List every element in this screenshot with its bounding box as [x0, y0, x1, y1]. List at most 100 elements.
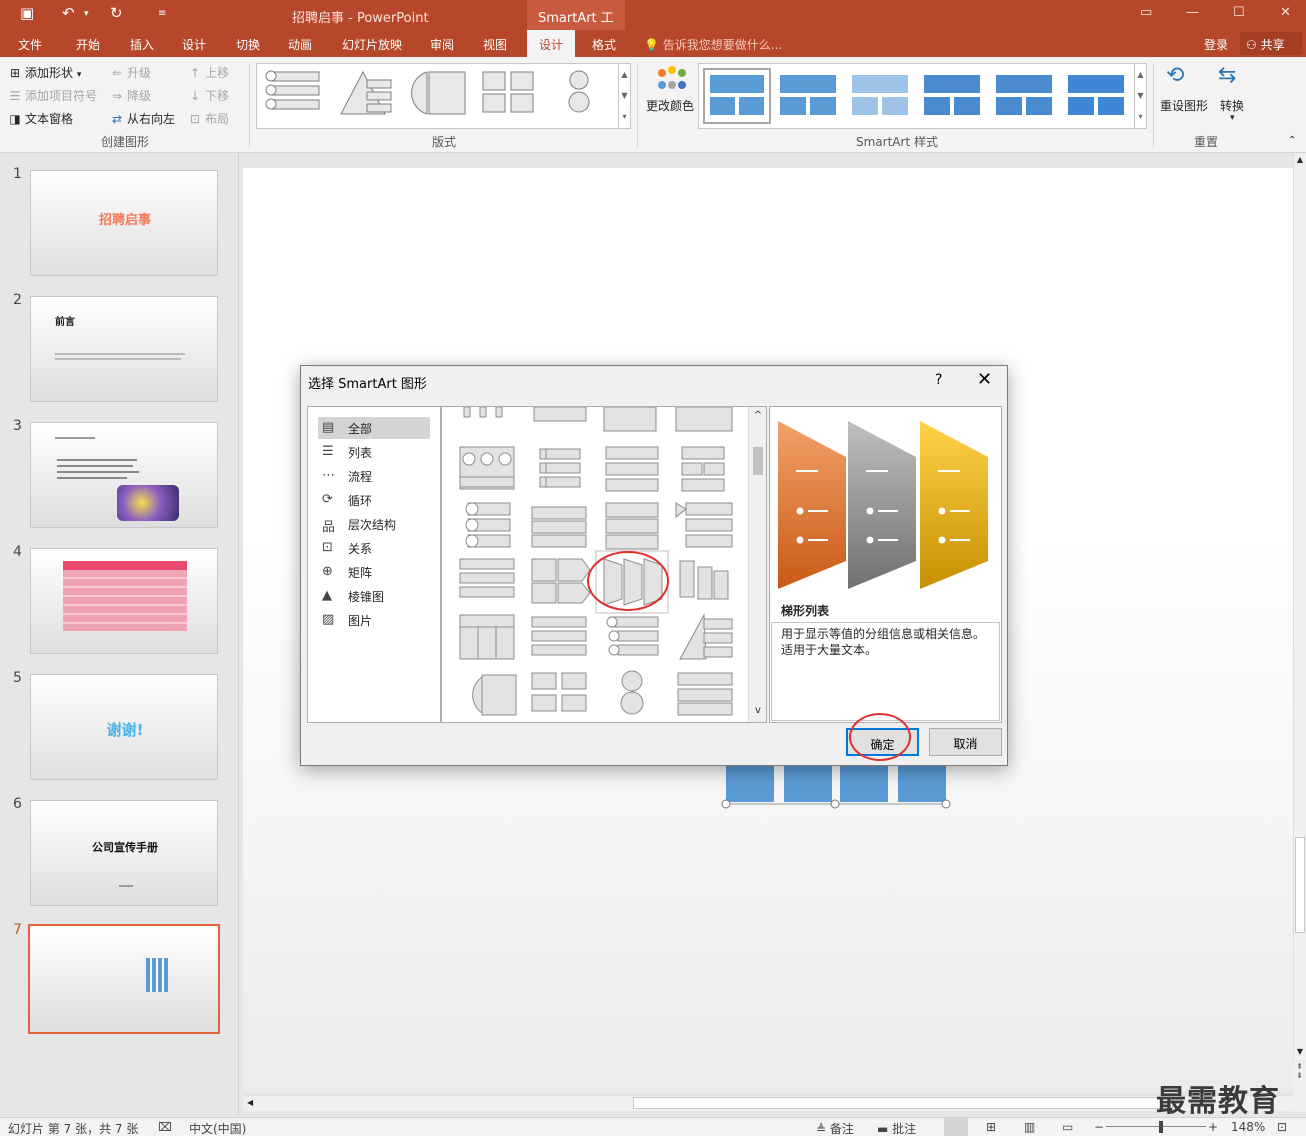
demote-button[interactable]: ⇒ 降级: [110, 87, 151, 104]
layout-scroll-thumb[interactable]: [753, 447, 763, 475]
horizontal-scrollbar[interactable]: ◀: [243, 1095, 1293, 1111]
vertical-scrollbar[interactable]: ▲ ▼: [1293, 153, 1306, 1061]
right-to-left-button[interactable]: ⇄ 从右向左: [110, 110, 175, 127]
slide-text-line: [57, 471, 139, 473]
text-pane-button[interactable]: ◨ 文本窗格: [8, 110, 73, 127]
category-cycle[interactable]: ⟳ 循环: [318, 489, 430, 511]
zoom-out-icon[interactable]: −: [1094, 1120, 1104, 1134]
resize-handle: [830, 799, 840, 809]
tab-home[interactable]: 开始: [76, 36, 100, 53]
tab-animations[interactable]: 动画: [288, 36, 312, 53]
title-bar: ▣ ↶ ▾ ↻ ≡ 招聘启事 - PowerPoint SmartArt 工具 …: [0, 0, 1306, 45]
right-to-left-label: 从右向左: [127, 112, 176, 126]
undo-icon[interactable]: ↶: [62, 4, 75, 22]
slide-thumbnail-1[interactable]: 招聘启事: [30, 170, 218, 276]
layout-button[interactable]: ⊡ 布局: [188, 110, 229, 127]
style-thumb[interactable]: [777, 70, 839, 120]
category-all[interactable]: ▤ 全部: [318, 417, 430, 439]
slide-thumbnail-2[interactable]: 前言: [30, 296, 218, 402]
tab-design[interactable]: 设计: [182, 36, 206, 53]
convert-dropdown-icon[interactable]: ▾: [1230, 113, 1235, 123]
language-indicator[interactable]: 中文(中国): [189, 1120, 246, 1136]
share-button[interactable]: ⚇ 共享: [1240, 32, 1302, 55]
slide-thumbnail-5[interactable]: 谢谢!: [30, 674, 218, 780]
slide-sorter-icon[interactable]: ⊞: [986, 1120, 996, 1134]
layout-thumb: [620, 670, 644, 715]
minimize-icon[interactable]: —: [1186, 5, 1199, 20]
reading-view-icon[interactable]: ▥: [1024, 1120, 1035, 1134]
style-thumb-selected[interactable]: [703, 68, 771, 124]
tab-view[interactable]: 视图: [483, 36, 507, 53]
tab-insert[interactable]: 插入: [130, 36, 154, 53]
move-down-button[interactable]: ↓ 下移: [188, 87, 229, 104]
notes-button[interactable]: ≜ 备注: [816, 1120, 854, 1136]
slide-thumbnail-4[interactable]: [30, 548, 218, 654]
zoom-slider[interactable]: [1106, 1126, 1206, 1127]
redo-icon[interactable]: ↻: [110, 4, 123, 22]
notes-icon: ≜: [816, 1122, 827, 1136]
layout-thumb: [459, 614, 515, 660]
style-thumb[interactable]: [921, 70, 983, 120]
category-picture[interactable]: ▨ 图片: [318, 609, 430, 631]
fit-to-window-icon[interactable]: ⊡: [1277, 1120, 1287, 1134]
close-window-icon[interactable]: ✕: [1280, 5, 1291, 20]
slide-thumbnail-7[interactable]: [28, 924, 220, 1034]
help-button[interactable]: ?: [935, 372, 942, 388]
smartart-graphic[interactable]: [720, 760, 960, 816]
notes-label: 备注: [829, 1122, 854, 1136]
promote-button[interactable]: ⇐ 升级: [110, 64, 151, 81]
comments-button[interactable]: ▬ 批注: [877, 1120, 916, 1136]
category-process[interactable]: ⋯ 流程: [318, 465, 430, 487]
styles-gallery-scroll[interactable]: ▲ ▼ ▾: [1134, 64, 1146, 128]
move-up-button[interactable]: ↑ 上移: [188, 64, 229, 81]
vertical-scroll-thumb[interactable]: [1295, 837, 1305, 933]
slide-thumbnail-3[interactable]: [30, 422, 218, 528]
prev-next-slide-buttons[interactable]: ⇞ ⇟: [1293, 1062, 1306, 1112]
move-up-label: 上移: [205, 66, 230, 80]
cancel-button[interactable]: 取消: [929, 728, 1002, 756]
maximize-icon[interactable]: ☐: [1233, 5, 1245, 20]
zoom-level[interactable]: 148%: [1231, 1120, 1265, 1134]
slideshow-icon[interactable]: ▭: [1062, 1120, 1073, 1134]
smartart-styles-gallery[interactable]: ▲ ▼ ▾: [698, 63, 1147, 129]
save-icon[interactable]: ▣: [20, 4, 34, 22]
layouts-gallery[interactable]: ▲ ▼ ▾: [256, 63, 631, 129]
spellcheck-icon[interactable]: ⌧: [158, 1120, 172, 1134]
reset-graphic-button[interactable]: 重设图形: [1160, 97, 1208, 114]
customize-quick-access-icon[interactable]: ≡: [158, 8, 166, 19]
tab-transitions[interactable]: 切换: [236, 36, 260, 53]
category-hierarchy[interactable]: 品层次结构: [318, 513, 430, 535]
change-colors-button[interactable]: 更改颜色: [646, 97, 694, 114]
tab-smartart-design[interactable]: 设计: [527, 30, 576, 57]
category-pyramid[interactable]: ▲ 棱锥图: [318, 585, 430, 607]
zoom-slider-thumb[interactable]: [1159, 1121, 1163, 1133]
layout-gallery-scrollbar[interactable]: ^ v: [748, 407, 766, 722]
close-icon[interactable]: ✕: [977, 369, 992, 390]
category-relationship[interactable]: ⊡ 关系: [318, 537, 430, 559]
collapse-ribbon-icon[interactable]: ⌃: [1288, 135, 1296, 146]
tab-review[interactable]: 审阅: [430, 36, 454, 53]
style-thumb[interactable]: [1065, 70, 1127, 120]
style-thumb[interactable]: [993, 70, 1055, 120]
layouts-gallery-scroll[interactable]: ▲ ▼ ▾: [618, 64, 630, 128]
flower-photo: [117, 485, 179, 521]
slide-thumbnail-6[interactable]: 公司宣传手册: [30, 800, 218, 906]
add-bullet-button[interactable]: ☰ 添加项目符号: [8, 87, 97, 104]
normal-view-icon[interactable]: [944, 1118, 968, 1136]
tell-me-search[interactable]: 💡 告诉我您想要做什么...: [644, 36, 782, 53]
undo-dropdown-icon[interactable]: ▾: [84, 9, 89, 19]
category-matrix[interactable]: ⊕ 矩阵: [318, 561, 430, 583]
convert-button[interactable]: 转换: [1220, 97, 1244, 114]
category-list-type[interactable]: ☰ 列表: [318, 441, 430, 463]
sign-in-link[interactable]: 登录: [1204, 36, 1228, 53]
horizontal-scroll-thumb[interactable]: [633, 1097, 1173, 1109]
tab-file[interactable]: 文件: [18, 36, 42, 53]
tab-smartart-format[interactable]: 格式: [592, 36, 616, 53]
layout-thumb: [679, 560, 729, 600]
add-shape-button[interactable]: ⊞ 添加形状 ▾: [8, 64, 81, 81]
slide-number: 6: [13, 796, 22, 812]
style-thumb[interactable]: [849, 70, 911, 120]
ribbon-display-options-icon[interactable]: ▭: [1140, 5, 1152, 20]
zoom-in-icon[interactable]: +: [1208, 1120, 1218, 1134]
tab-slideshow[interactable]: 幻灯片放映: [342, 36, 402, 53]
